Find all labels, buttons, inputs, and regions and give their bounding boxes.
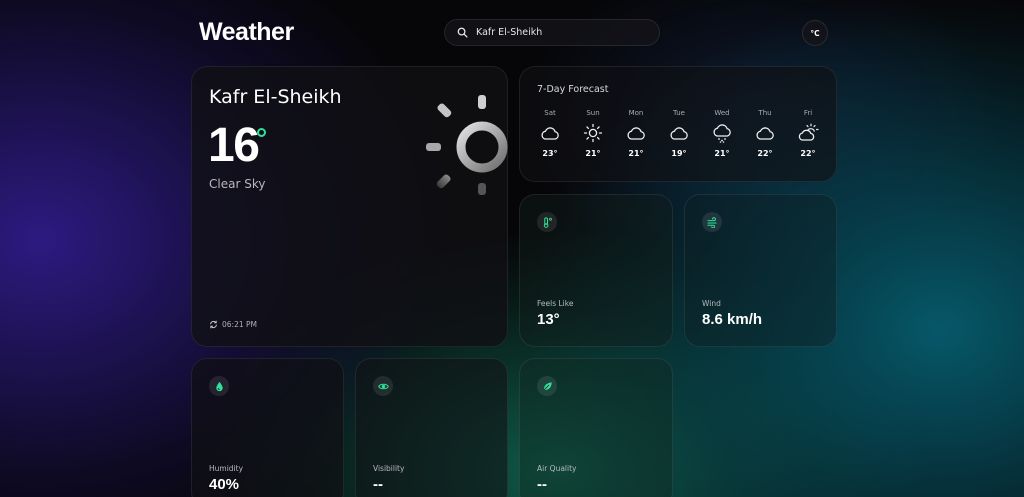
day-temp: 22° (800, 149, 816, 158)
eye-icon (377, 383, 389, 389)
air-quality-value: -- (537, 476, 547, 493)
sun-icon (583, 123, 603, 143)
degree-icon (257, 128, 266, 137)
day-temp: 21° (628, 149, 644, 158)
forecast-card: 7-Day Forecast Sat 23° Sun 21° Mon 21° T… (519, 66, 837, 182)
search-input[interactable] (476, 27, 646, 38)
snow-cloud-icon (713, 124, 731, 143)
thermometer-icon (543, 216, 552, 228)
humidity-card: Humidity 40% (191, 358, 344, 497)
feels-like-card: Feels Like 13° (519, 194, 673, 347)
wind-card: Wind 8.6 km/h (684, 194, 837, 347)
cloud-icon (670, 127, 688, 140)
visibility-label: Visibility (373, 464, 405, 473)
day-temp: 19° (671, 149, 687, 158)
day-temp: 23° (542, 149, 558, 158)
visibility-value: -- (373, 476, 383, 493)
weather-condition: Clear Sky (209, 177, 266, 191)
partly-cloudy-icon (798, 123, 819, 141)
sun-icon (426, 95, 508, 195)
wind-icon (706, 216, 717, 228)
day-temp: 21° (585, 149, 601, 158)
app-title: Weather (199, 18, 294, 46)
unit-toggle-button[interactable]: °C (802, 20, 828, 46)
current-temperature: 16 (208, 119, 260, 172)
day-name: Sun (586, 109, 600, 117)
forecast-day: Mon 21° (618, 109, 654, 158)
search-icon (457, 27, 468, 38)
forecast-day: Fri 22° (790, 109, 826, 158)
visibility-card: Visibility -- (355, 358, 508, 497)
feels-like-label: Feels Like (537, 299, 574, 308)
humidity-label: Humidity (209, 464, 244, 473)
cloud-icon (627, 127, 645, 140)
wind-value: 8.6 km/h (702, 311, 763, 328)
forecast-day: Thu 22° (747, 109, 783, 158)
day-name: Thu (758, 109, 772, 117)
wind-label: Wind (702, 299, 721, 308)
air-quality-card: Air Quality -- (519, 358, 673, 497)
cloud-icon (756, 127, 774, 140)
day-name: Fri (803, 109, 813, 117)
humidity-badge (209, 376, 229, 396)
refresh-icon[interactable] (209, 320, 218, 329)
day-temp: 21° (714, 149, 730, 158)
wind-badge (702, 212, 722, 232)
air-quality-badge (537, 376, 557, 396)
thermometer-badge (537, 212, 557, 232)
day-temp: 22° (757, 149, 773, 158)
updated-time: 06:21 PM (222, 320, 257, 329)
cloud-icon (541, 127, 559, 140)
search-bar[interactable] (444, 19, 660, 46)
last-updated: 06:21 PM (209, 320, 257, 329)
city-name: Kafr El-Sheikh (209, 86, 342, 108)
forecast-day: Sat 23° (532, 109, 568, 158)
day-name: Mon (628, 109, 644, 117)
current-weather-card: Kafr El-Sheikh 16 Clear Sky 06:21 PM (191, 66, 508, 347)
humidity-value: 40% (209, 476, 240, 493)
day-name: Tue (673, 109, 685, 117)
forecast-days: Sat 23° Sun 21° Mon 21° Tue 19° Wed 21° … (532, 109, 826, 158)
forecast-day: Sun 21° (575, 109, 611, 158)
forecast-day: Tue 19° (661, 109, 697, 158)
leaf-icon (543, 381, 552, 390)
visibility-badge (373, 376, 393, 396)
day-name: Wed (714, 109, 730, 117)
feels-like-value: 13° (537, 311, 560, 328)
droplet-icon (215, 381, 223, 391)
forecast-day: Wed 21° (704, 109, 740, 158)
forecast-title: 7-Day Forecast (537, 84, 609, 95)
day-name: Sat (544, 109, 556, 117)
air-quality-label: Air Quality (537, 464, 577, 473)
